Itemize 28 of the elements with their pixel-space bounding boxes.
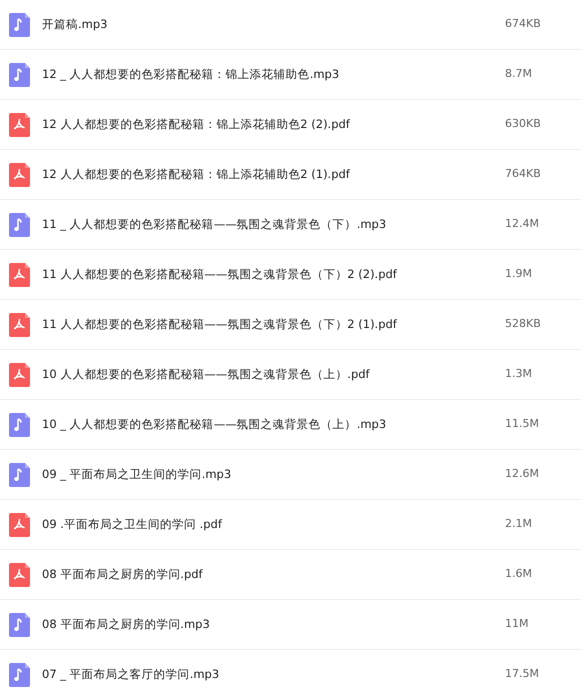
file-size: 528KB xyxy=(505,316,542,332)
file-name[interactable]: 11 人人都想要的色彩搭配秘籍——氛围之魂背景色（下）2 (2).pdf xyxy=(42,266,505,284)
file-name[interactable]: 12 人人都想要的色彩搭配秘籍：锦上添花辅助色2 (2).pdf xyxy=(42,116,505,134)
file-size: 12.4M xyxy=(505,216,540,232)
file-name[interactable]: 07 _ 平面布局之客厅的学问.mp3 xyxy=(42,666,505,684)
file-size: 764KB xyxy=(505,166,542,182)
file-name[interactable]: 11 人人都想要的色彩搭配秘籍——氛围之魂背景色（下）2 (1).pdf xyxy=(42,316,505,334)
file-size: 1.6M xyxy=(505,566,533,582)
file-name[interactable]: 10 _ 人人都想要的色彩搭配秘籍——氛围之魂背景色（上）.mp3 xyxy=(42,416,505,434)
file-name[interactable]: 开篇稿.mp3 xyxy=(42,16,505,34)
file-size: 8.7M xyxy=(505,66,533,82)
file-size: 12.6M xyxy=(505,466,540,482)
file-size: 11.5M xyxy=(505,416,540,432)
file-size: 630KB xyxy=(505,116,542,132)
file-size: 674KB xyxy=(505,16,542,32)
file-name[interactable]: 10 人人都想要的色彩搭配秘籍——氛围之魂背景色（上）.pdf xyxy=(42,366,505,384)
file-size: 17.5M xyxy=(505,666,540,682)
file-name[interactable]: 11 _ 人人都想要的色彩搭配秘籍——氛围之魂背景色（下）.mp3 xyxy=(42,216,505,234)
file-name[interactable]: 08 平面布局之厨房的学问.pdf xyxy=(42,566,505,584)
file-name[interactable]: 09 .平面布局之卫生间的学问 .pdf xyxy=(42,516,505,534)
file-size: 1.3M xyxy=(505,366,533,382)
file-name[interactable]: 12 _ 人人都想要的色彩搭配秘籍：锦上添花辅助色.mp3 xyxy=(42,66,505,84)
file-name[interactable]: 12 人人都想要的色彩搭配秘籍：锦上添花辅助色2 (1).pdf xyxy=(42,166,505,184)
file-name[interactable]: 09 _ 平面布局之卫生间的学问.mp3 xyxy=(42,466,505,484)
file-size: 1.9M xyxy=(505,266,533,282)
file-name[interactable]: 08 平面布局之厨房的学问.mp3 xyxy=(42,616,505,634)
file-size: 2.1M xyxy=(505,516,533,532)
file-size: 11M xyxy=(505,616,530,632)
